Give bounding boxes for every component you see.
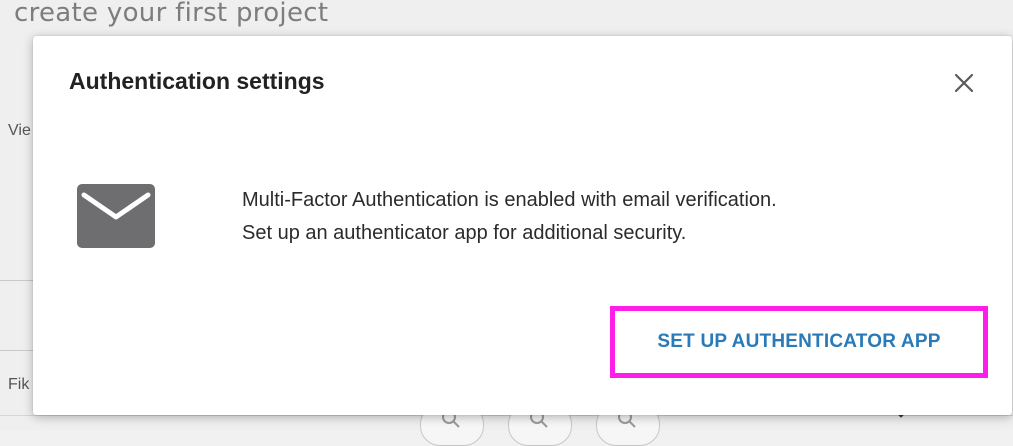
background-divider: [0, 350, 33, 351]
background-divider: [0, 280, 33, 281]
message-line: Set up an authenticator app for addition…: [242, 222, 687, 244]
background-label-fragment: Vie: [8, 122, 31, 139]
background-heading: create your first project: [14, 0, 329, 28]
dialog-title: Authentication settings: [69, 68, 325, 94]
close-icon[interactable]: [953, 72, 975, 94]
close-button[interactable]: [947, 66, 981, 100]
envelope-icon: [77, 184, 155, 248]
background-label-fragment: Fik: [8, 376, 30, 393]
mfa-status-message: Multi-Factor Authentication is enabled w…: [242, 184, 982, 250]
set-up-authenticator-app-button[interactable]: SET UP AUTHENTICATOR APP: [610, 306, 988, 378]
authentication-settings-dialog: Authentication settings Multi-Factor Aut…: [33, 36, 1012, 415]
message-line: Multi-Factor Authentication is enabled w…: [242, 189, 777, 211]
background-divider: [0, 415, 1013, 416]
